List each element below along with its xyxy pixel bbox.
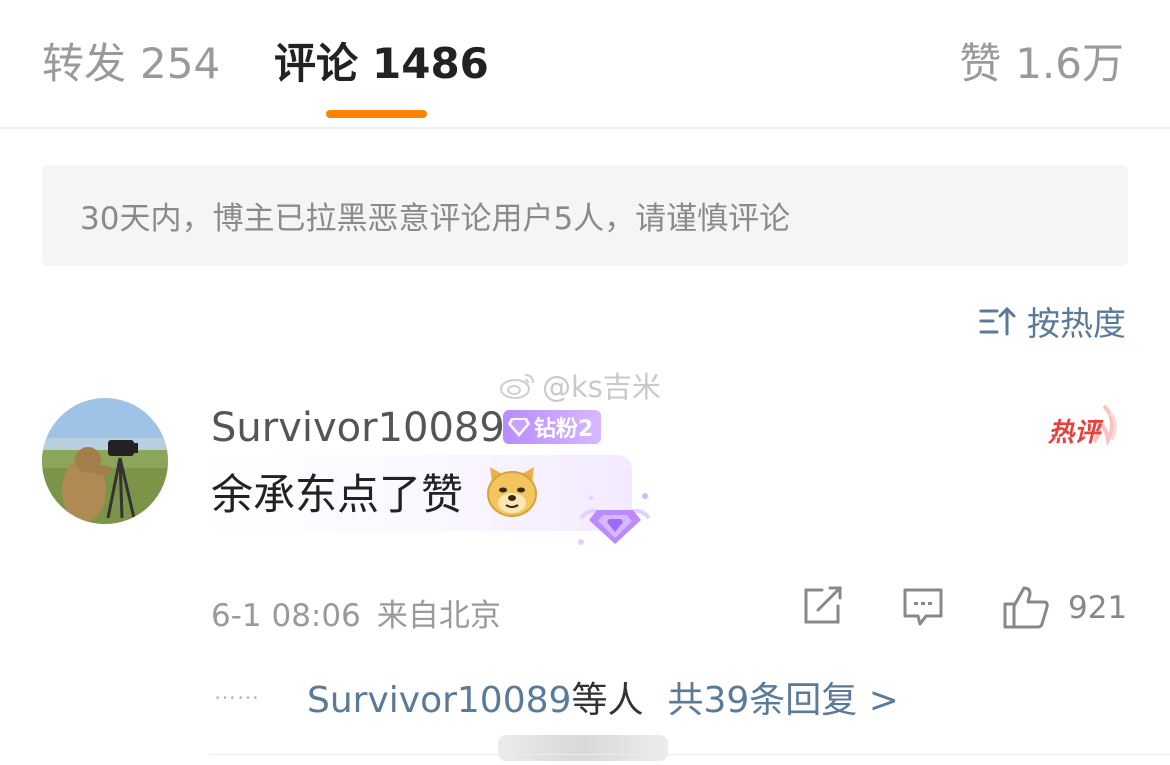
reply-username[interactable]: Survivor10089: [307, 680, 571, 721]
comment-meta: 6-1 08:06 来自北京: [211, 590, 501, 635]
sort-icon: [979, 306, 1016, 336]
like-count: 921: [1068, 590, 1128, 626]
diamond-fan-decoration-icon: [575, 488, 655, 552]
sort-label: 按热度: [1027, 304, 1126, 343]
watermark-text: @ks吉米: [542, 370, 661, 404]
comment-time: 6-1 08:06: [211, 598, 361, 634]
tab-divider: [0, 127, 1170, 129]
repost-icon: [804, 586, 842, 624]
avatar-image: [42, 398, 168, 524]
repost-comment-button[interactable]: [802, 586, 844, 630]
hot-comment-label: 热评: [1048, 418, 1101, 448]
tab-comment-label: 评论: [274, 39, 359, 88]
reply-suffix: 等人: [571, 680, 644, 721]
reply-total[interactable]: 共39条回复 >: [667, 680, 898, 721]
weibo-watermark: @ks吉米: [498, 364, 661, 406]
blocked-users-notice: 30天内，博主已拉黑恶意评论用户5人，请谨慎评论: [42, 165, 1128, 266]
bottom-divider: [210, 754, 1170, 755]
fan-level-badge: 钻粉2: [503, 410, 602, 444]
tab-repost-label: 转发: [42, 39, 127, 88]
fan-badge-label: 钻粉2: [534, 417, 594, 442]
comment-username[interactable]: Survivor10089: [211, 402, 505, 454]
sort-button[interactable]: 按热度: [979, 297, 1126, 345]
doge-emoji-icon: [484, 463, 540, 523]
comment-location: 来自北京: [376, 598, 501, 634]
reply-comment-button[interactable]: [902, 586, 944, 632]
tab-comment[interactable]: 评论 1486: [274, 38, 489, 90]
hot-comment-tag: 热评: [1044, 402, 1122, 456]
comment-text: 余承东点了赞: [211, 470, 464, 519]
comment-icon: [903, 588, 943, 626]
tab-repost[interactable]: 转发 254: [42, 38, 220, 90]
thumbs-up-icon: [1003, 586, 1049, 629]
diamond-icon: [508, 418, 530, 437]
tab-comment-count: 1486: [372, 39, 489, 88]
tab-repost-count: 254: [140, 39, 221, 88]
active-tab-indicator: [326, 110, 427, 118]
avatar[interactable]: [42, 398, 168, 524]
weibo-logo-icon: [500, 374, 534, 399]
reply-dots: ……: [214, 680, 260, 705]
tab-like-label: 赞: [959, 39, 1002, 88]
view-replies-link[interactable]: Survivor10089等人 共39条回复 >: [307, 671, 899, 723]
like-comment-button[interactable]: [1002, 584, 1050, 634]
tab-like[interactable]: 赞 1.6万: [959, 38, 1124, 90]
blurred-watermark: [498, 735, 668, 761]
tab-like-count: 1.6万: [1015, 39, 1124, 88]
